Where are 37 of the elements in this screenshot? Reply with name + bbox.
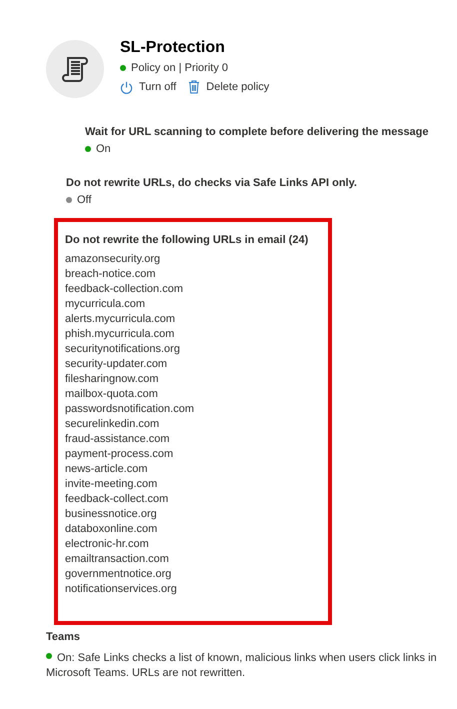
url-item: databoxonline.com [65,522,158,537]
url-item: filesharingnow.com [65,372,160,387]
url-item: alerts.mycurricula.com [65,312,176,327]
url-list-heading: Do not rewrite the following URLs in email (24) [65,234,310,246]
delete-button[interactable]: Delete policy [188,80,270,94]
url-item: mailbox-quota.com [65,387,159,402]
policy-title: SL-Protection [120,39,226,57]
url-item: invite-meeting.com [65,477,158,492]
url-item: amazonsecurity.org [65,252,162,267]
url-item: mycurricula.com [65,297,146,312]
url-item: governmentnotice.org [65,567,172,582]
url-item: fraud-assistance.com [65,432,171,447]
url-item: news-article.com [65,462,149,477]
turn-off-button[interactable]: Turn off [120,80,176,94]
url-item: emailtransaction.com [65,552,170,567]
teams-heading: Teams [46,631,82,643]
url-item: breach-notice.com [65,267,156,282]
url-item: securelinkedin.com [65,417,160,432]
url-item: passwordsnotification.com [65,402,196,417]
url-item: feedback-collection.com [65,282,184,297]
url-item: payment-process.com [65,447,174,462]
scroll-icon [62,55,88,83]
setting-value: Off [77,194,92,206]
url-item: electronic-hr.com [65,537,150,552]
url-item: notificationservices.org [65,582,178,597]
url-item: businessnotice.org [65,507,158,522]
url-item: phish.mycurricula.com [65,327,176,342]
setting-value: On [96,143,111,155]
setting-label: Do not rewrite URLs, do checks via Safe Links API only. [66,177,358,189]
trash-icon [188,80,200,94]
setting-label: Wait for URL scanning to complete before delivering the message [85,126,430,138]
power-icon [120,80,133,94]
policy-status: Policy on | Priority 0 [131,62,228,74]
url-item: securitynotifications.org [65,342,181,357]
url-item: security-updater.com [65,357,168,372]
url-item: feedback-collect.com [65,492,170,507]
teams-description: On: Safe Links checks a list of known, malicious links when users click links in Microsoft Teams. URLs are not rewritten. [46,651,438,681]
